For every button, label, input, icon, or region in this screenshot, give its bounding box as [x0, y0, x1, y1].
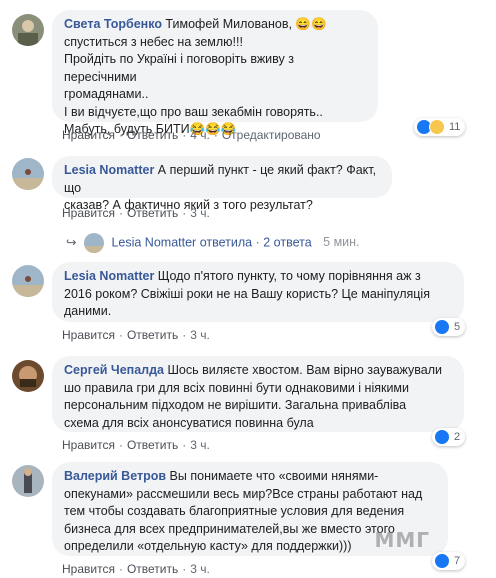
timestamp[interactable]: 3 ч.	[190, 206, 210, 220]
comment-text: спуститься з небес на землю!!!	[64, 34, 243, 49]
reactions-count[interactable]: 5	[432, 318, 466, 336]
like-button[interactable]: Нравится	[62, 206, 115, 220]
timestamp[interactable]: 3 ч.	[190, 438, 210, 452]
comment-bubble: Света Торбенко Тимофей Милованов, 😄😄 спу…	[52, 10, 378, 136]
comment-actions: Нравится · Ответить · 3 ч.	[62, 328, 210, 342]
comment-text: Пройдіть по Україні і поговоріть вживу з…	[64, 52, 294, 84]
reactions-count[interactable]: 11	[414, 118, 466, 136]
comment-text: бизнеса для всех предпринимателей,вы же …	[64, 521, 395, 536]
like-icon	[434, 553, 450, 569]
avatar	[83, 233, 104, 253]
like-button[interactable]: Нравится	[62, 562, 115, 576]
comment-text: схема для всіх анонсуватися повинна була	[64, 415, 314, 430]
comment-text: шо правила гри для всіх повинні бути одн…	[64, 380, 410, 395]
author-name[interactable]: Lesia Nomatter	[64, 269, 154, 283]
comment-text: даними.	[64, 304, 112, 318]
comment-bubble: Lesia Nomatter Щодо п'ятого пункту, то ч…	[52, 262, 464, 322]
avatar[interactable]	[12, 14, 44, 46]
reply-button[interactable]: Ответить	[127, 438, 178, 452]
comment-actions: Нравится · Ответить · 3 ч.	[62, 438, 210, 452]
comment-actions: Нравится · Ответить · 3 ч.	[62, 562, 210, 576]
like-button[interactable]: Нравится	[62, 128, 115, 142]
comment-text: 2016 роком? Свіжіші роки не на Вашу кори…	[64, 286, 430, 301]
author-name[interactable]: Сергей Чепалда	[64, 363, 164, 377]
author-name[interactable]: Света Торбенко	[64, 17, 162, 31]
comment-bubble: Lesia Nomatter А перший пункт - це який …	[52, 156, 392, 212]
comment-text: Щодо п'ятого пункту, то чому порівняння …	[154, 269, 421, 283]
author-name[interactable]: Lesia Nomatter	[64, 163, 154, 177]
comment-text: персональним підходом не вирішити. Загал…	[64, 398, 407, 412]
timestamp[interactable]: 3 ч.	[190, 328, 210, 342]
like-button[interactable]: Нравится	[62, 328, 115, 342]
view-replies-link[interactable]: ↪ Lesia Nomatter ответила · 2 ответа 5 м…	[66, 233, 360, 253]
reply-button[interactable]: Ответить	[127, 128, 178, 142]
timestamp[interactable]: 4 ч.	[190, 128, 210, 142]
comment-text: Шось виляєте хвостом. Вам вірно зауважув…	[164, 363, 442, 377]
comment-actions: Нравится · Ответить · 3 ч.	[62, 206, 210, 220]
watermark-logo: ММГ	[374, 528, 430, 552]
reply-button[interactable]: Ответить	[127, 562, 178, 576]
avatar[interactable]	[12, 265, 44, 297]
comment-text: Тимофей Милованов, 😄😄	[161, 17, 327, 31]
avatar[interactable]	[12, 360, 44, 392]
timestamp[interactable]: 3 ч.	[190, 562, 210, 576]
avatar[interactable]	[12, 158, 44, 190]
like-icon	[434, 319, 450, 335]
reply-arrow-icon: ↪	[66, 235, 77, 250]
haha-icon	[429, 119, 445, 135]
reply-button[interactable]: Ответить	[127, 206, 178, 220]
reply-button[interactable]: Ответить	[127, 328, 178, 342]
comment-text: определили «отдельную касту» для поддерж…	[64, 539, 352, 553]
comment-actions: Нравится · Ответить · 4 ч. · Отредактировано	[62, 128, 321, 142]
reactions-count[interactable]: 2	[432, 428, 466, 446]
comment-bubble: Сергей Чепалда Шось виляєте хвостом. Вам…	[52, 356, 464, 432]
reactions-count[interactable]: 7	[432, 552, 466, 570]
comment-text: опекунами» рассмешили весь мир?Все стран…	[64, 486, 423, 501]
comment-text: Вы понимаете что «своими нянями-	[166, 469, 379, 483]
edited-label: Отредактировано	[221, 128, 321, 142]
like-icon	[434, 429, 450, 445]
like-button[interactable]: Нравится	[62, 438, 115, 452]
comment-text: І ви відчуєте,що про ваш зекабмін говоря…	[64, 104, 323, 119]
comment-text: тем чтобы создавать благоприятные услови…	[64, 504, 405, 518]
comment-text: громадянами..	[64, 87, 149, 101]
author-name[interactable]: Валерий Ветров	[64, 469, 166, 483]
avatar[interactable]	[12, 465, 44, 497]
